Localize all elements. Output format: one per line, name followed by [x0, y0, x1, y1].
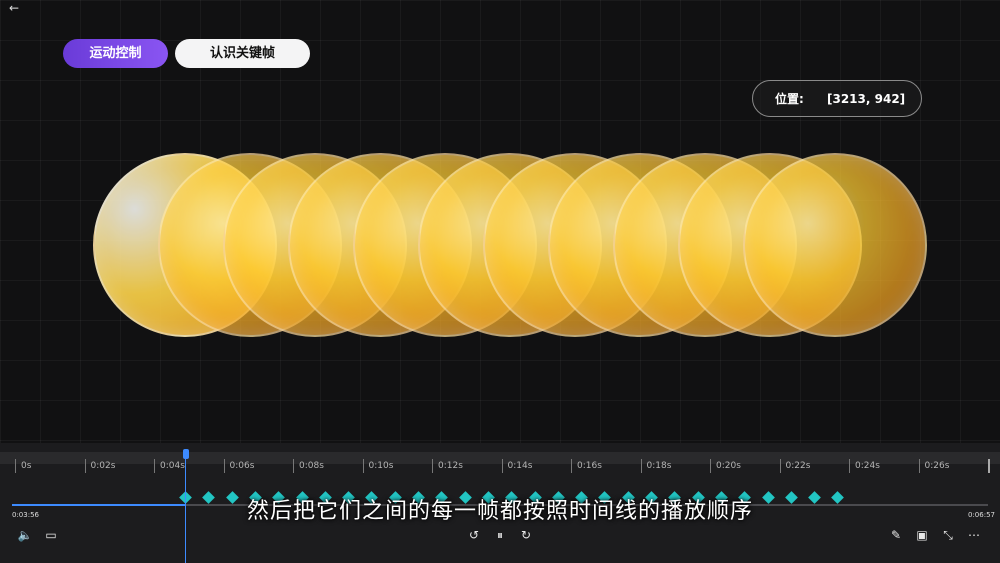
forward-30-icon[interactable]: ↻ [515, 527, 537, 543]
ball-trail [0, 0, 1000, 443]
ruler-tick: 0:24s [849, 459, 880, 473]
ruler-tick: 0s [15, 459, 31, 473]
ruler-end-marker [988, 459, 990, 473]
rewind-10-icon[interactable]: ↺ [463, 527, 485, 543]
volume-icon[interactable]: 🔈 [14, 527, 36, 543]
miniplayer-icon[interactable]: ▣ [911, 527, 933, 543]
ruler-tick: 0:22s [779, 459, 810, 473]
ruler-tick: 0:14s [501, 459, 532, 473]
ruler-tick: 0:26s [918, 459, 949, 473]
pause-icon[interactable]: ⏸ [489, 527, 511, 543]
ruler-tick: 0:04s [154, 459, 185, 473]
animation-canvas: ← 运动控制 认识关键帧 位置: [3213, 942] [0, 0, 1000, 443]
ruler-tick: 0:02s [84, 459, 115, 473]
ruler-tick: 0:18s [640, 459, 671, 473]
ruler-tick: 0:20s [710, 459, 741, 473]
ruler-tick: 0:16s [571, 459, 602, 473]
ruler-tick: 0:12s [432, 459, 463, 473]
ruler-tick: 0:08s [293, 459, 324, 473]
pencil-icon[interactable]: ✎ [885, 527, 907, 543]
playhead-handle[interactable] [183, 449, 189, 459]
collapse-icon[interactable]: ⤡ [937, 527, 959, 543]
more-icon[interactable]: ⋯ [963, 527, 985, 543]
ball-frame [743, 153, 927, 337]
timeline-panel: 0s 0:02s 0:04s 0:06s 0:08s 0:10s 0:12s 0:14s 0:1… [0, 443, 1000, 563]
subtitles-icon[interactable]: ▭ [40, 527, 62, 543]
subtitle-caption: 然后把它们之间的每一帧都按照时间线的播放顺序 [246, 499, 753, 524]
ruler-tick: 0:06s [223, 459, 254, 473]
ruler-tick: 0:10s [362, 459, 393, 473]
